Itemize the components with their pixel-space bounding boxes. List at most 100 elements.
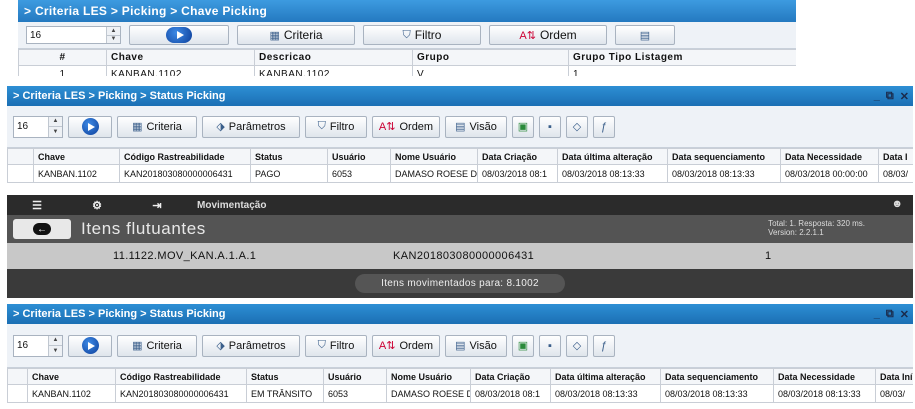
- table-row[interactable]: KANBAN.1102 KAN201803080000006431 EM TRÂ…: [7, 384, 913, 403]
- excel-icon: ▣: [517, 121, 529, 133]
- table-cell: KANBAN.1102: [27, 384, 116, 403]
- section-title: Movimentação: [197, 199, 267, 211]
- list-item[interactable]: 11.1122.MOV_KAN.A.1.A.1 KAN2018030800000…: [7, 243, 913, 269]
- column-header[interactable]: Data sequenciamento: [660, 368, 774, 385]
- column-header[interactable]: Nome Usuário: [390, 148, 478, 165]
- table-header-row: Chave Código Rastreabilidade Status Usuá…: [7, 368, 913, 385]
- mobile-nav-bar: ☰ ⚙ ⇥ Movimentação ☻: [7, 195, 913, 215]
- sort-az-icon: A⇅: [519, 29, 536, 42]
- column-header[interactable]: Status: [250, 148, 328, 165]
- code-button[interactable]: ◇: [566, 115, 588, 138]
- table-cell: 08/03/2018 08:13:33: [667, 164, 781, 183]
- criteria-button[interactable]: ▦ Criteria: [117, 334, 197, 357]
- visao-button[interactable]: ▤: [615, 25, 675, 45]
- visao-button[interactable]: ▤ Visão: [445, 334, 507, 357]
- toolbar: 16 ▲ ▼ ▦ Criteria ⬗ Parâmetros ⛉ Filtro A⇅ Or…: [7, 106, 913, 148]
- row-selector[interactable]: [7, 384, 28, 403]
- function-button[interactable]: ƒ: [593, 115, 615, 138]
- ordem-button[interactable]: A⇅ Ordem: [372, 334, 440, 357]
- funnel-icon: ⛉: [317, 339, 326, 351]
- column-header[interactable]: Descricao: [254, 49, 413, 66]
- export-excel-button[interactable]: ▣: [512, 115, 534, 138]
- column-header[interactable]: Data última alteração: [557, 148, 668, 165]
- column-header[interactable]: Usuário: [327, 148, 391, 165]
- status-picking-panel: > Criteria LES > Picking > Status Pickin…: [7, 86, 913, 192]
- save-button[interactable]: ▪: [539, 334, 561, 357]
- minimize-icon[interactable]: _: [874, 90, 880, 102]
- parametros-button[interactable]: ⬗ Parâmetros: [202, 115, 300, 138]
- chevron-up-icon[interactable]: ▲: [49, 335, 62, 345]
- column-header[interactable]: Usuário: [323, 368, 387, 385]
- page-size-stepper[interactable]: 16 ▲ ▼: [13, 115, 63, 138]
- run-button[interactable]: [68, 334, 112, 357]
- page-size-stepper[interactable]: 16 ▲ ▼: [26, 26, 121, 44]
- view-icon: ▤: [455, 121, 466, 133]
- column-header[interactable]: Data Necessidade: [773, 368, 876, 385]
- column-header[interactable]: Status: [246, 368, 324, 385]
- save-button[interactable]: ▪: [539, 115, 561, 138]
- gear-icon[interactable]: ⚙: [67, 199, 127, 212]
- page-size-stepper[interactable]: 16 ▲ ▼: [13, 334, 63, 357]
- code-icon: ◇: [572, 121, 582, 133]
- column-header[interactable]: Grupo Tipo Listagem: [568, 49, 796, 66]
- run-button[interactable]: [68, 115, 112, 138]
- ordem-button[interactable]: A⇅ Ordem: [489, 25, 607, 45]
- chevron-down-icon[interactable]: ▼: [49, 345, 62, 356]
- breadcrumb: > Criteria LES > Picking > Status Pickin…: [7, 304, 913, 324]
- chave-table: # Chave Descricao Grupo Grupo Tipo Lista…: [18, 49, 796, 76]
- filtro-button[interactable]: ⛉ Filtro: [363, 25, 481, 45]
- column-header[interactable]: Chave: [33, 148, 120, 165]
- export-excel-button[interactable]: ▣: [512, 334, 534, 357]
- filtro-button[interactable]: ⛉ Filtro: [305, 115, 367, 138]
- criteria-button[interactable]: ▦ Criteria: [237, 25, 355, 45]
- logout-icon[interactable]: ⇥: [127, 199, 187, 212]
- table-header-row: Chave Código Rastreabilidade Status Usuá…: [7, 148, 913, 165]
- ordem-button[interactable]: A⇅ Ordem: [372, 115, 440, 138]
- minimize-icon[interactable]: _: [874, 308, 880, 320]
- excel-icon: ▣: [517, 340, 529, 352]
- criteria-button[interactable]: ▦ Criteria: [117, 115, 197, 138]
- user-icon[interactable]: ☻: [891, 198, 903, 210]
- status-picking-table: Chave Código Rastreabilidade Status Usuá…: [7, 368, 913, 403]
- column-header[interactable]: Código Rastreabilidade: [115, 368, 247, 385]
- back-button[interactable]: ←: [13, 219, 71, 239]
- column-header[interactable]: Data última alteração: [550, 368, 661, 385]
- close-icon[interactable]: ✕: [900, 90, 909, 103]
- table-cell: KANBAN.1102: [106, 65, 255, 76]
- sort-az-icon: A⇅: [378, 121, 396, 133]
- filtro-button[interactable]: ⛉ Filtro: [305, 334, 367, 357]
- visao-button[interactable]: ▤ Visão: [445, 115, 507, 138]
- maximize-icon[interactable]: ⧉: [886, 308, 894, 321]
- column-header[interactable]: #: [18, 49, 107, 66]
- column-header[interactable]: Chave: [27, 368, 116, 385]
- row-selector[interactable]: [7, 164, 34, 183]
- column-header[interactable]: Código Rastreabilidade: [119, 148, 251, 165]
- close-icon[interactable]: ✕: [900, 308, 909, 321]
- column-header[interactable]: Data I: [878, 148, 913, 165]
- table-row[interactable]: KANBAN.1102 KAN201803080000006431 PAGO 6…: [7, 164, 913, 183]
- table-cell: 08/03/2018 08:13:33: [557, 164, 668, 183]
- column-header[interactable]: Data Necessidade: [780, 148, 879, 165]
- item-code: KAN201803080000006431: [393, 250, 535, 262]
- column-header[interactable]: Data Criação: [470, 368, 551, 385]
- maximize-icon[interactable]: ⧉: [886, 90, 894, 103]
- run-button[interactable]: [129, 25, 229, 45]
- table-row[interactable]: 1 KANBAN.1102 KANBAN.1102 V 1: [18, 65, 796, 76]
- chevron-up-icon[interactable]: ▲: [49, 116, 62, 126]
- movimentacao-screen: ☰ ⚙ ⇥ Movimentação ☻ ← Itens flutuantes …: [7, 195, 913, 298]
- chevron-up-icon[interactable]: ▲: [107, 27, 120, 35]
- column-header[interactable]: Data sequenciamento: [667, 148, 781, 165]
- table-cell: 1: [18, 65, 107, 76]
- column-header[interactable]: Nome Usuário: [386, 368, 471, 385]
- column-header[interactable]: Data Criação: [477, 148, 558, 165]
- parametros-button[interactable]: ⬗ Parâmetros: [202, 334, 300, 357]
- function-button[interactable]: ƒ: [593, 334, 615, 357]
- floppy-icon: ▪: [548, 339, 552, 352]
- column-header[interactable]: Grupo: [412, 49, 569, 66]
- chevron-down-icon[interactable]: ▼: [49, 126, 62, 137]
- column-header[interactable]: Data Iní: [875, 368, 913, 385]
- code-button[interactable]: ◇: [566, 334, 588, 357]
- chevron-down-icon[interactable]: ▼: [107, 34, 120, 43]
- menu-icon[interactable]: ☰: [7, 199, 67, 212]
- column-header[interactable]: Chave: [106, 49, 255, 66]
